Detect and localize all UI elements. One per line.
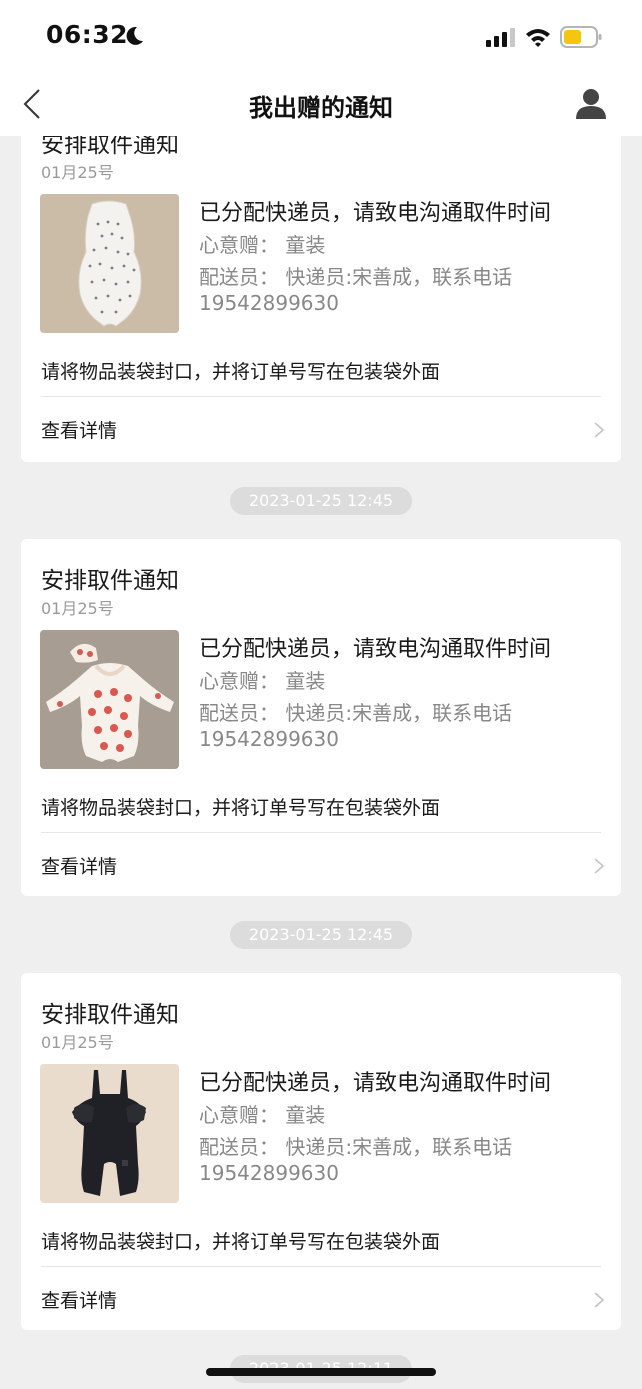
item-thumbnail[interactable] xyxy=(40,630,179,769)
card-date: 01月25号 xyxy=(41,599,114,618)
notification-list[interactable]: 安排取件通知 01月25号 已分配快递员，请致电沟通取件时间 心意赠： 童装 配… xyxy=(0,0,642,1389)
assignment-message: 已分配快递员，请致电沟通取件时间 xyxy=(199,637,552,662)
black-overalls-photo xyxy=(40,1064,179,1203)
courier-info: 配送员： 快递员:宋善成，联系电话 xyxy=(199,701,513,725)
moon-icon xyxy=(126,26,143,45)
assignment-message: 已分配快递员，请致电沟通取件时间 xyxy=(199,1071,552,1096)
white-polka-dot-romper-photo xyxy=(40,194,179,333)
courier-phone[interactable]: 19542899630 xyxy=(199,727,339,751)
courier-info: 配送员： 快递员:宋善成，联系电话 xyxy=(199,1135,513,1159)
notification-card: 安排取件通知 01月25号 已分配快递员，请致电沟通取件时间 心意赠： 童装 配… xyxy=(21,539,621,896)
gift-category: 心意赠： 童装 xyxy=(199,1103,326,1127)
view-details-link[interactable]: 查看详情 xyxy=(21,397,621,461)
packing-note: 请将物品装袋封口，并将订单号写在包装袋外面 xyxy=(41,797,441,819)
card-title: 安排取件通知 xyxy=(41,568,179,594)
chevron-right-icon xyxy=(594,1292,605,1308)
view-details-label: 查看详情 xyxy=(41,1290,118,1312)
view-details-label: 查看详情 xyxy=(41,420,118,442)
view-details-link[interactable]: 查看详情 xyxy=(21,833,621,897)
timestamp-badge: 2023-01-25 12:45 xyxy=(230,921,412,949)
item-thumbnail[interactable] xyxy=(40,194,179,333)
gift-category: 心意赠： 童装 xyxy=(199,669,326,693)
item-thumbnail[interactable] xyxy=(40,1064,179,1203)
courier-phone[interactable]: 19542899630 xyxy=(199,291,339,315)
notification-card: 安排取件通知 01月25号 已分配快递员，请致电沟通取件时间 心意赠： 童装 配… xyxy=(21,103,621,462)
timestamp-badge: 2023-01-25 12:45 xyxy=(230,487,412,515)
home-indicator[interactable] xyxy=(206,1368,436,1376)
battery-icon xyxy=(560,26,602,48)
status-bar: 06:32 xyxy=(0,0,642,72)
wifi-icon xyxy=(526,29,550,47)
courier-info: 配送员： 快递员:宋善成，联系电话 xyxy=(199,265,513,289)
chevron-right-icon xyxy=(594,858,605,874)
courier-phone[interactable]: 19542899630 xyxy=(199,1161,339,1185)
notification-card: 安排取件通知 01月25号 已分配快递员，请致电沟通取件时间 心意赠： 童装 配… xyxy=(21,973,621,1330)
page-title: 我出赠的通知 xyxy=(249,94,393,122)
nav-bar: 我出赠的通知 xyxy=(0,72,642,136)
gift-category: 心意赠： 童装 xyxy=(199,233,326,257)
card-date: 01月25号 xyxy=(41,163,114,182)
view-details-label: 查看详情 xyxy=(41,856,118,878)
card-date: 01月25号 xyxy=(41,1033,114,1052)
packing-note: 请将物品装袋封口，并将订单号写在包装袋外面 xyxy=(41,361,441,383)
packing-note: 请将物品装袋封口，并将订单号写在包装袋外面 xyxy=(41,1231,441,1253)
strawberry-print-romper-photo xyxy=(40,630,179,769)
user-icon[interactable] xyxy=(574,86,608,120)
cellular-signal-icon xyxy=(486,28,515,47)
assignment-message: 已分配快递员，请致电沟通取件时间 xyxy=(199,201,552,226)
view-details-link[interactable]: 查看详情 xyxy=(21,1267,621,1331)
status-time: 06:32 xyxy=(46,20,129,49)
card-title: 安排取件通知 xyxy=(41,1002,179,1028)
chevron-right-icon xyxy=(594,422,605,438)
